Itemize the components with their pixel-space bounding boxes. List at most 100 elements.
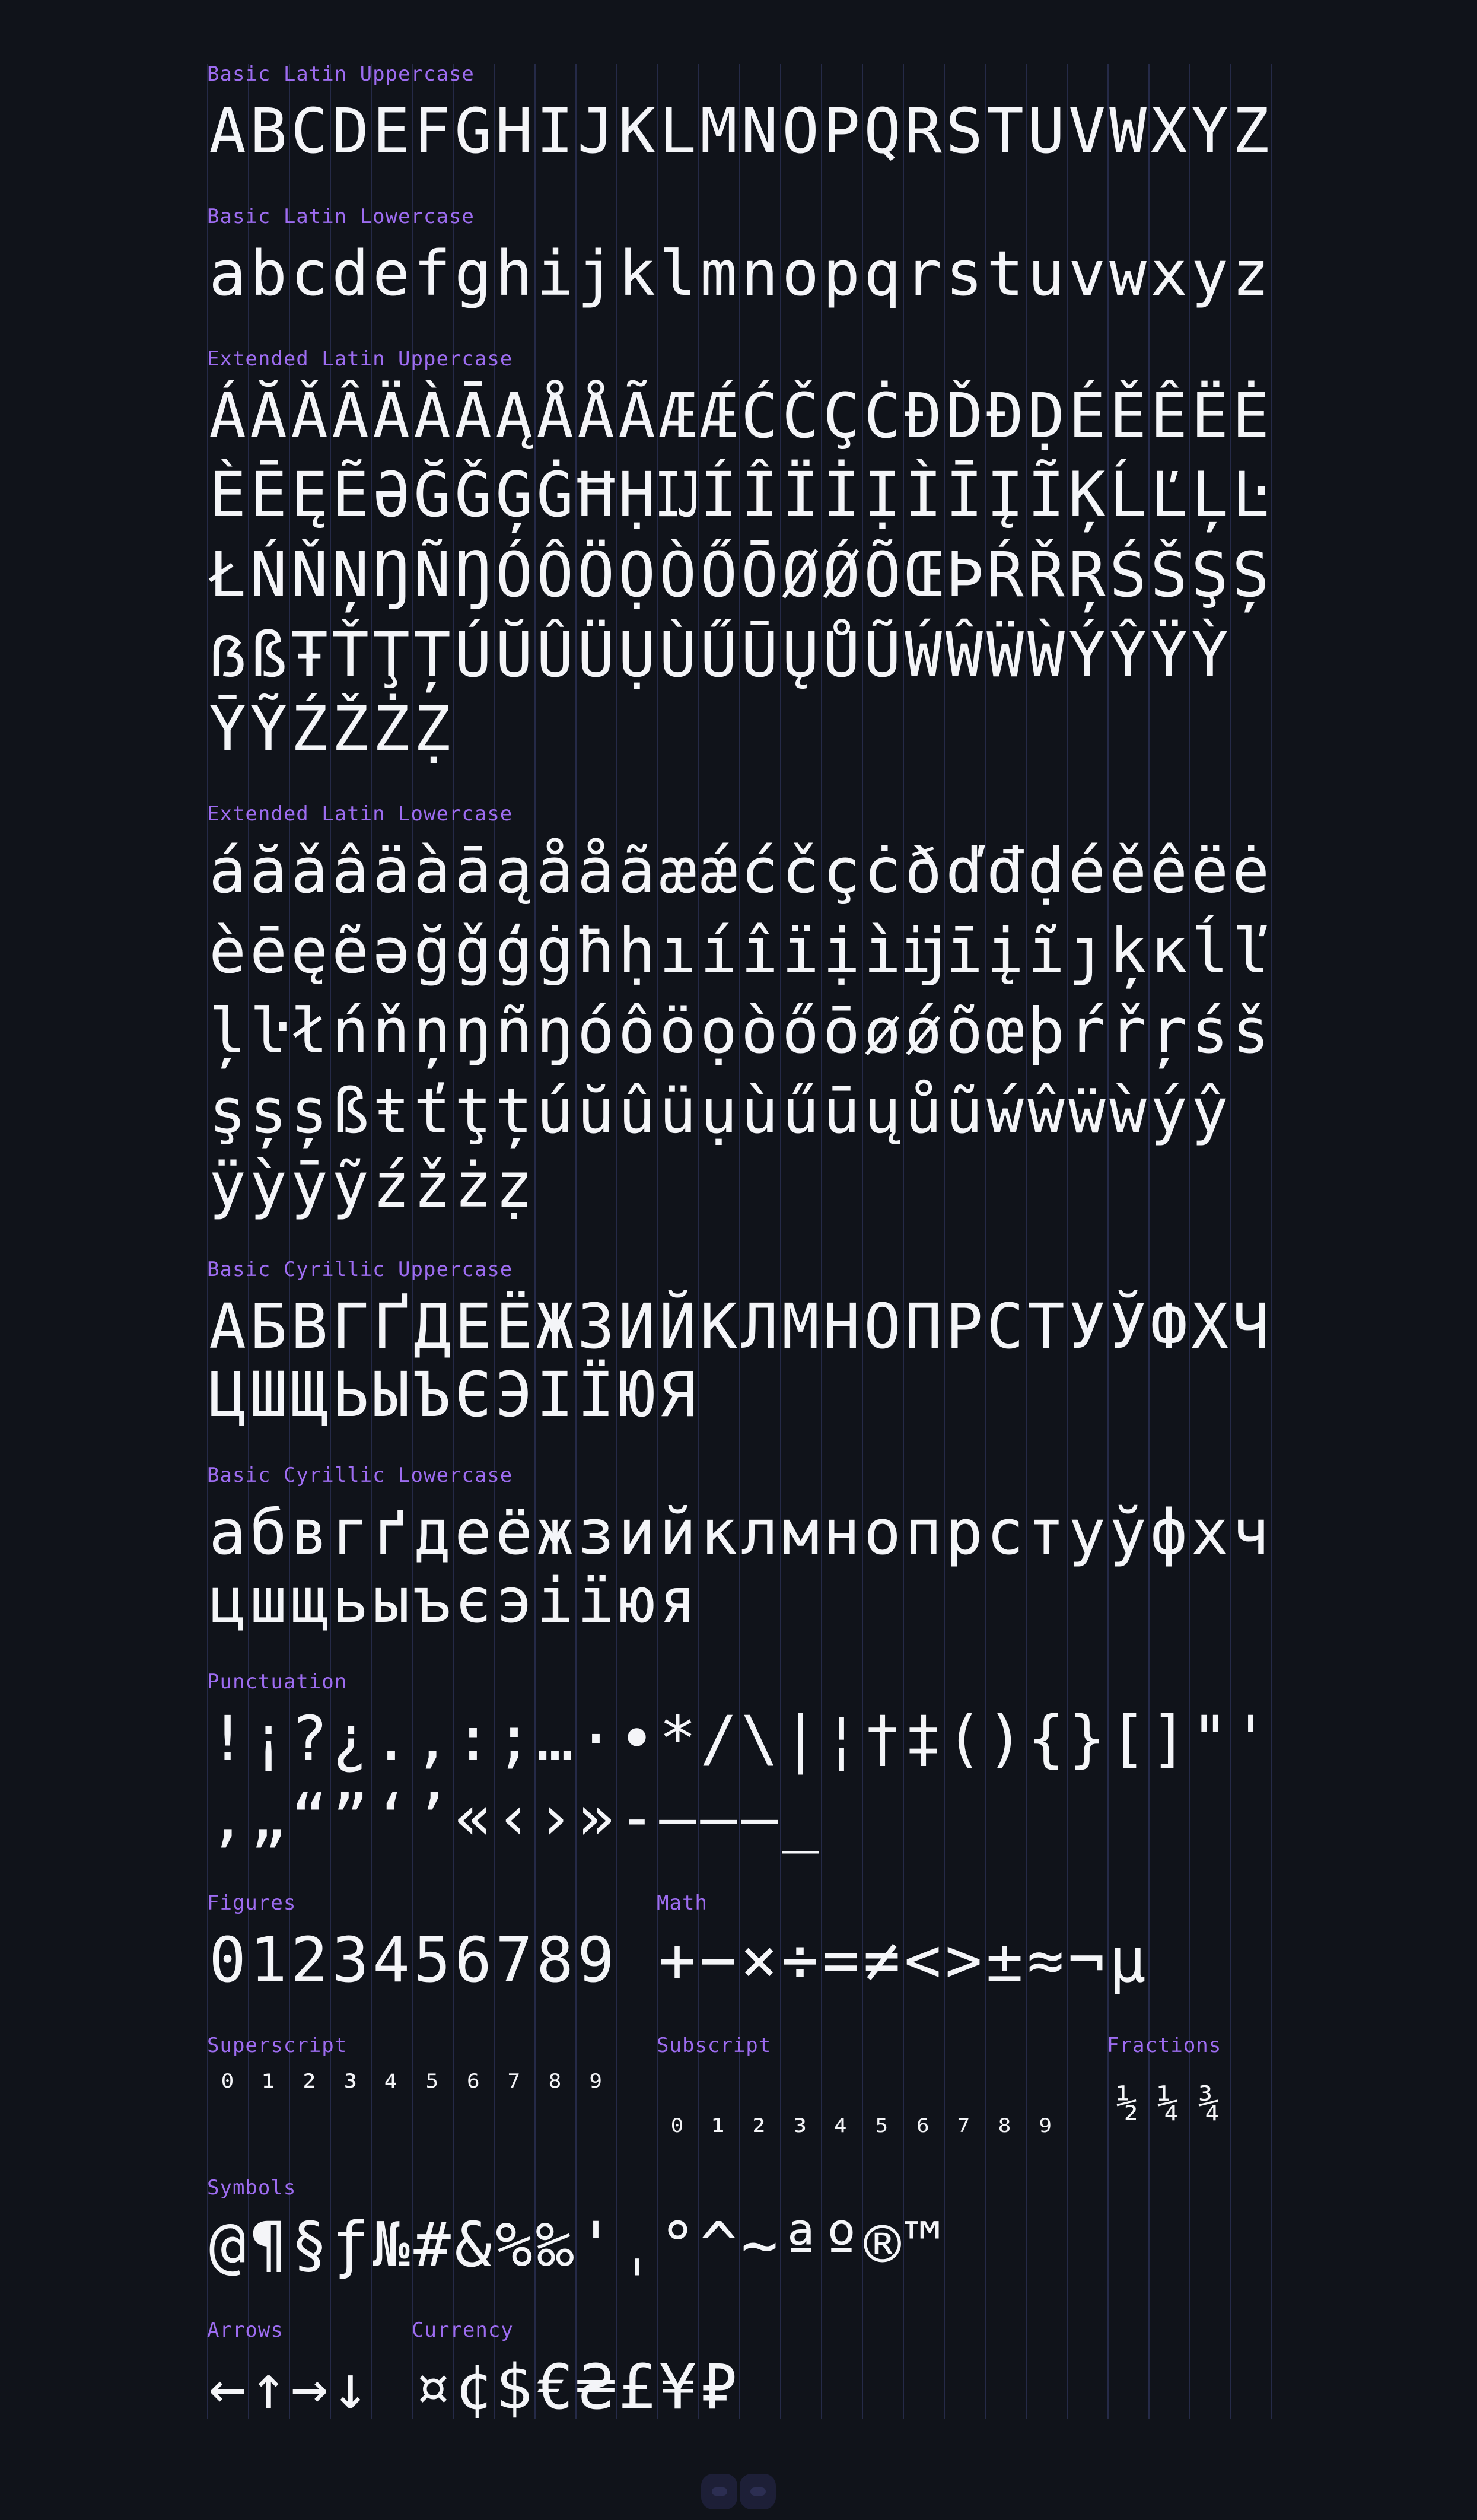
glyph: Ä (373, 380, 410, 452)
glyph: Ü (577, 619, 615, 691)
fractions-row: ½¼¾ (1107, 2063, 1477, 2142)
basic-cyrillic-uppercase-row: АБВГҐДЕЁЖЗИЙКЛМНОПРСТУЎФХЧ (207, 1287, 1270, 1366)
glyph: ™ (905, 2209, 942, 2281)
extended-latin-uppercase-row: ÈĒĘẼƏĞǦĢĠĦḤĲÍÎÏİỊÌĪĮĨĶĹĽĻĿ (207, 456, 1270, 534)
basic-cyrillic-lowercase-row: цшщьыъєэіїюя (207, 1561, 1270, 1640)
glyph: ŷ (1191, 1075, 1228, 1147)
glyph: ð (905, 835, 942, 907)
glyph: ù (741, 1075, 778, 1147)
glyph: ũ (946, 1075, 983, 1147)
glyph: ¼ (1157, 2081, 1180, 2124)
glyph: Ć (741, 380, 778, 452)
glyph: Ẽ (332, 459, 369, 531)
glyph: ‹ (495, 1781, 533, 1854)
glyph: ’ (413, 1781, 451, 1854)
glyph: } (1068, 1703, 1106, 1775)
glyph: Ā (454, 380, 492, 452)
basic-cyrillic-lowercase-glyphs: цшщьыъєэіїюя (207, 1561, 698, 1640)
glyph: ь (332, 1564, 369, 1637)
extended-latin-lowercase-glyphs: áăǎâäàāąåǻãæǽćčçċðďđḍéěêëė (207, 832, 1271, 911)
glyph: ' (577, 2209, 615, 2281)
glyph: ģ (495, 915, 533, 987)
glyph: \ (741, 1703, 778, 1775)
glyph: г (332, 1496, 369, 1568)
math-label: Math (657, 1891, 708, 1915)
glyph: ? (291, 1703, 328, 1775)
glyph: / (700, 1703, 737, 1775)
glyph: ỳ (250, 1149, 287, 1221)
glyph: Ŭ (495, 619, 533, 691)
glyph: ƒ (332, 2209, 369, 2281)
glyph: È (209, 459, 246, 531)
glyph: { (1027, 1703, 1065, 1775)
glyph: ₄ (830, 2100, 851, 2140)
glyph: v (1068, 237, 1106, 310)
glyph: " (1191, 1703, 1228, 1775)
glyph: Ї (577, 1358, 615, 1431)
glyph: Ů (823, 619, 860, 691)
extended-latin-lowercase-glyphs: şșșßŧťţțúŭûüụùűūųůũẃŵẅẁýŷ (207, 1072, 1230, 1151)
extended-latin-lowercase-glyphs: èēęẽəğǧģġħḥıíîïịìĳīįĩȷķĸĺľ (207, 912, 1271, 991)
glyph: û (618, 1075, 655, 1147)
glyph: ų (864, 1075, 901, 1147)
glyph: « (454, 1781, 492, 1854)
glyph: я (659, 1564, 696, 1637)
glyph: é (1068, 835, 1106, 907)
punctuation-glyphs: , „ “” ‘’ «‹ ›» - – — ‒ _ (207, 1778, 821, 1857)
glyph: Ż (373, 693, 410, 765)
glyph: Ó (495, 539, 533, 611)
glyph: ē (250, 915, 287, 987)
glyph: ⁰ (217, 2067, 238, 2107)
glyph: э (495, 1564, 533, 1637)
glyph: Į (986, 459, 1024, 531)
glyph: À (413, 380, 451, 452)
glyph: g (454, 237, 492, 310)
glyph: õ (946, 995, 983, 1067)
extended-latin-lowercase-label: Extended Latin Lowercase (207, 802, 513, 826)
glyph: ÷ (781, 1924, 819, 1996)
glyph: Ḍ (1027, 380, 1065, 452)
glyph: Ź (291, 693, 328, 765)
glyph: ↑ (250, 2351, 287, 2423)
glyph: Ĳ (659, 459, 696, 531)
glyph: Ř (1027, 539, 1065, 611)
glyph: Å (536, 380, 574, 452)
superscript-glyphs: ⁰¹²³⁴⁵⁶⁷⁸⁹ (207, 2048, 616, 2127)
glyph: Ú (454, 619, 492, 691)
glyph: x (1150, 237, 1188, 310)
extended-latin-uppercase-row: ẞßŦŤŢȚÚŬÛÜỤÙŰŪŲŮŨẂŴẄẀÝŶŸỲ (207, 616, 1270, 695)
glyph: Č (782, 380, 819, 452)
glyph: ₂ (749, 2100, 769, 2140)
basic-latin-lowercase-row: abcdefghijklmnopqrstuvwxyz (207, 234, 1270, 313)
glyph: d (332, 237, 369, 310)
glyph: ŗ (1150, 995, 1188, 1067)
glyph: o (782, 237, 819, 310)
currency-label: Currency (412, 2318, 514, 2342)
glyph: — (700, 1781, 737, 1854)
glyph: Ẁ (1027, 619, 1065, 691)
glyph: Ǿ (823, 539, 860, 611)
glyph: › (536, 1781, 574, 1854)
glyph: ¤ (413, 2351, 451, 2423)
glyph: · (577, 1703, 615, 1775)
glyph: ť (413, 1075, 451, 1147)
extended-latin-lowercase-glyphs: ļŀłńňņŋñŋóôöọòőōøǿõœþŕřŗśš (207, 992, 1271, 1071)
glyph: ц (209, 1564, 246, 1637)
glyph: … (536, 1703, 574, 1775)
glyph: Щ (291, 1358, 328, 1431)
glyph: Ŗ (1068, 539, 1106, 611)
glyph: Ф (1150, 1290, 1188, 1363)
glyph: ⁹ (585, 2067, 606, 2107)
glyph: ł (291, 995, 328, 1067)
glyph: Ÿ (1150, 619, 1188, 691)
glyph: ы (373, 1564, 410, 1637)
glyph: ċ (864, 835, 901, 907)
glyph: Ő (700, 539, 737, 611)
glyph: “ (291, 1781, 328, 1854)
glyph: ⁵ (422, 2067, 443, 2107)
glyph: ( (946, 1703, 983, 1775)
glyph: † (864, 1703, 901, 1775)
glyph: Ê (1150, 380, 1188, 452)
glyph: ō (823, 995, 860, 1067)
glyph: ǽ (700, 835, 737, 907)
